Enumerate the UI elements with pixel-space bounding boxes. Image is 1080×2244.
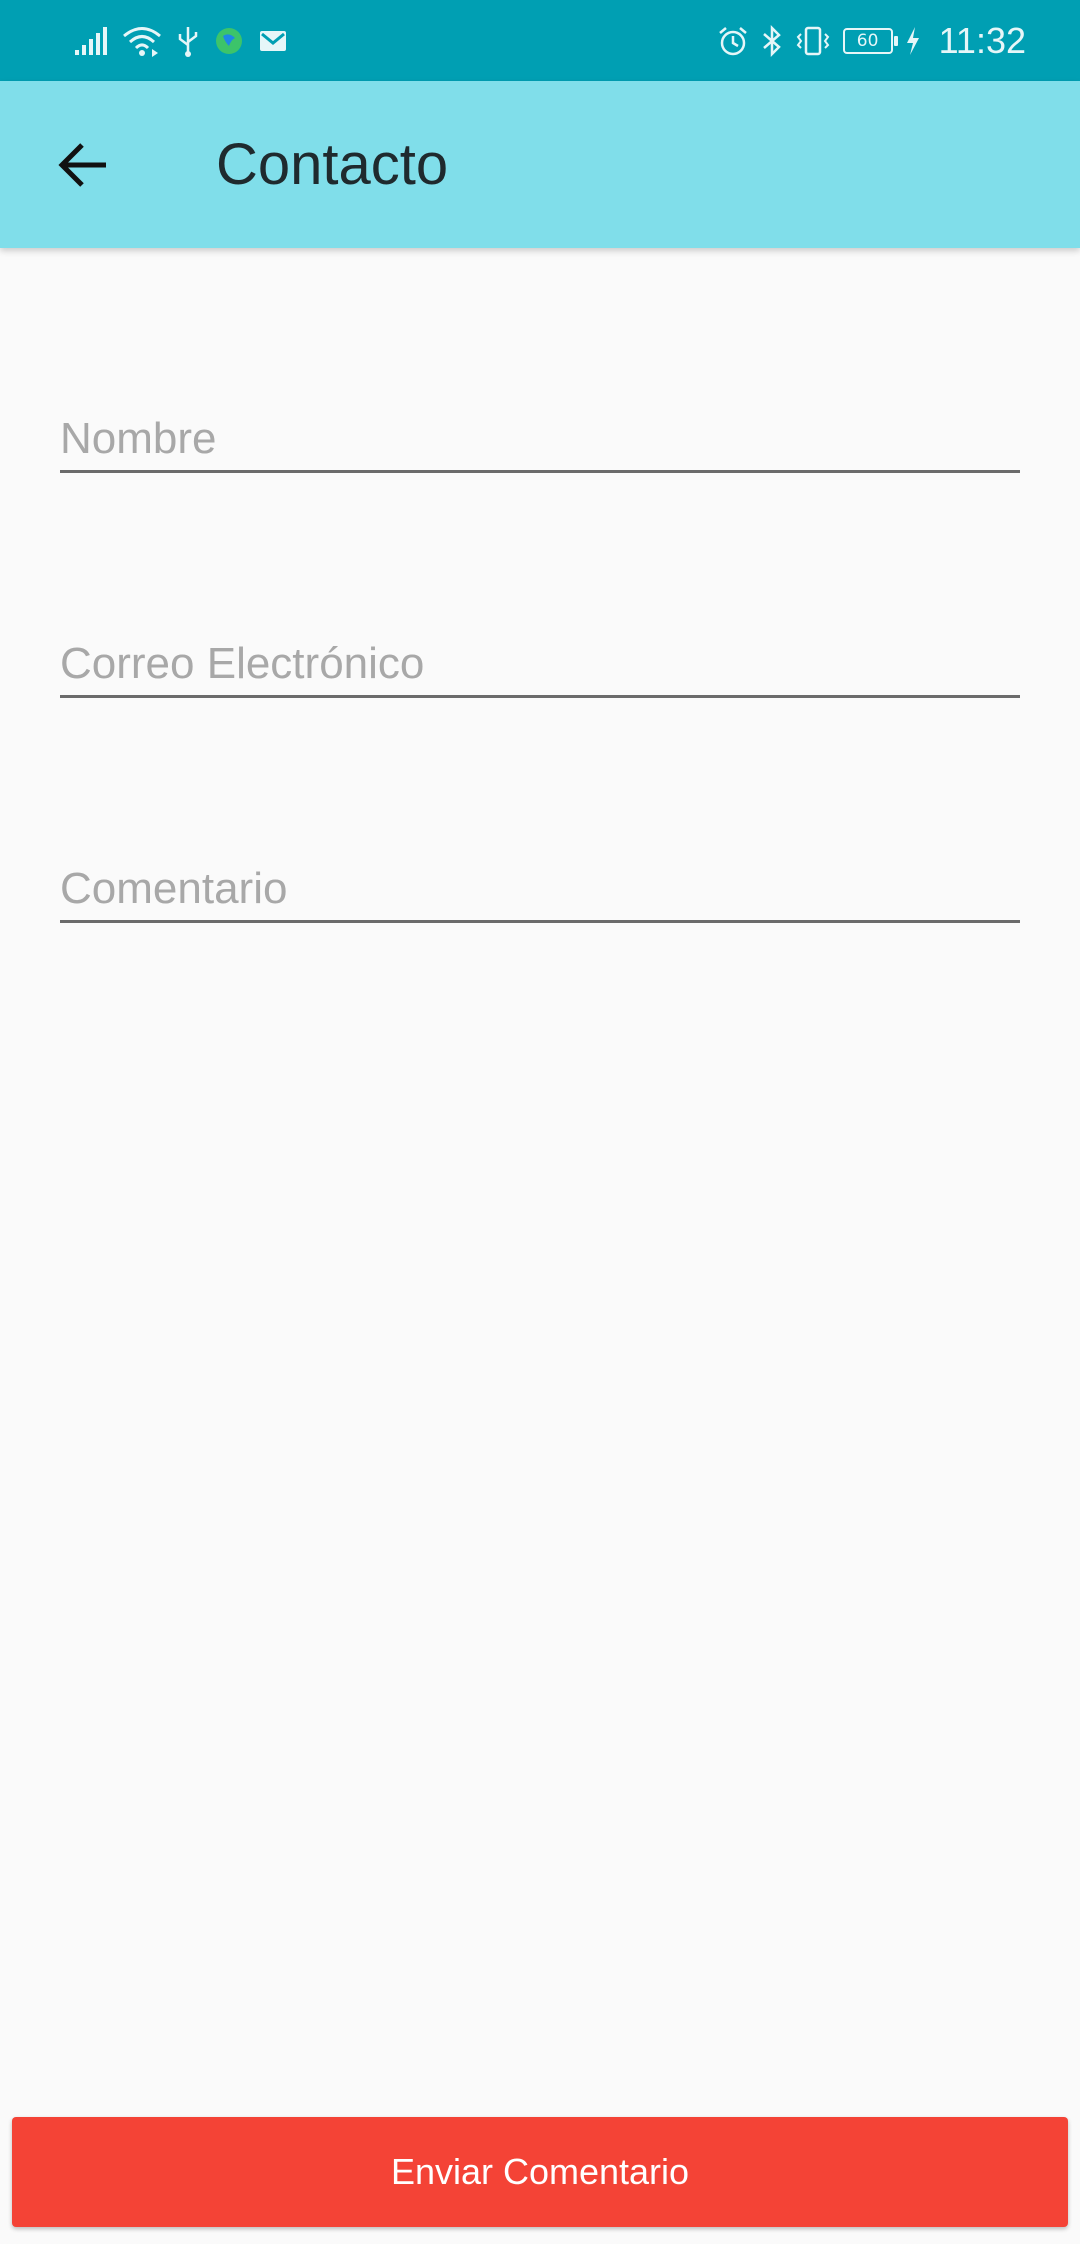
usb-icon: [176, 25, 200, 57]
contact-screen: 60 11:32 Contacto Enviar Comentario: [0, 0, 1080, 2244]
mail-icon: [258, 28, 288, 54]
name-field: [60, 383, 1020, 473]
comment-field: [60, 833, 1020, 923]
page-title: Contacto: [216, 132, 449, 197]
vibrate-icon: [795, 25, 831, 57]
comment-input[interactable]: [60, 864, 1020, 914]
app-notification-icon: [214, 26, 244, 56]
email-field: [60, 608, 1020, 698]
arrow-left-icon: [58, 143, 106, 187]
status-bar-left: [74, 0, 288, 81]
name-input[interactable]: [60, 414, 1020, 464]
app-bar: Contacto: [0, 81, 1080, 248]
signal-icon: [74, 26, 108, 56]
charging-icon: [905, 26, 921, 56]
status-clock: 11:32: [938, 19, 1026, 61]
send-comment-button[interactable]: Enviar Comentario: [12, 2117, 1068, 2227]
bluetooth-icon: [761, 24, 783, 57]
battery-level: 60: [856, 30, 879, 51]
back-button[interactable]: [40, 125, 126, 205]
status-bar-right: 60 11:32: [717, 0, 1026, 81]
alarm-icon: [717, 25, 749, 57]
battery-icon: 60: [842, 27, 898, 54]
email-input[interactable]: [60, 639, 1020, 689]
status-bar: 60 11:32: [0, 0, 1080, 81]
wifi-icon: [122, 25, 162, 57]
